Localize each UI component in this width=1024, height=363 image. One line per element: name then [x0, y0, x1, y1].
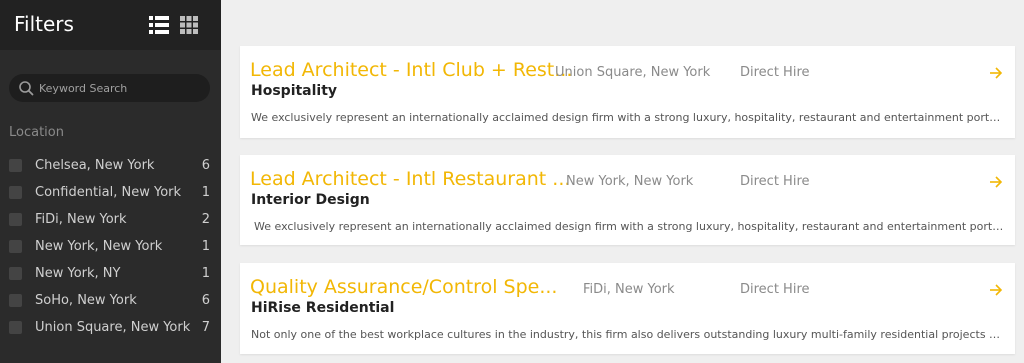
location-checkbox[interactable] — [9, 186, 22, 199]
keyword-search-input[interactable] — [39, 74, 204, 102]
location-label: New York, NY — [35, 266, 121, 281]
location-label: New York, New York — [35, 239, 163, 254]
location-label: FiDi, New York — [35, 212, 127, 227]
job-type: Direct Hire — [740, 282, 810, 297]
location-count: 1 — [201, 239, 210, 254]
sidebar-title: Filters — [14, 12, 74, 36]
job-card[interactable]: Lead Architect - Intl Club + Rest... Hos… — [240, 46, 1015, 138]
search-icon — [19, 81, 34, 96]
location-label: Confidential, New York — [35, 185, 182, 200]
job-title-link[interactable]: Quality Assurance/Control Spe... — [250, 276, 557, 298]
job-title-link[interactable]: Lead Architect - Intl Club + Rest... — [250, 59, 572, 81]
location-count: 1 — [201, 266, 210, 281]
job-card[interactable]: Quality Assurance/Control Spe... HiRise … — [240, 263, 1015, 354]
grid-view-icon[interactable] — [180, 16, 198, 34]
job-description: Not only one of the best workplace cultu… — [251, 328, 1001, 341]
location-count: 7 — [201, 320, 210, 335]
location-filter-item[interactable]: Chelsea, New York 6 — [0, 152, 221, 179]
job-type: Direct Hire — [740, 65, 810, 80]
job-location: FiDi, New York — [583, 282, 675, 297]
list-view-icon[interactable] — [149, 16, 169, 34]
location-count: 6 — [201, 293, 210, 308]
location-filter-item[interactable]: Confidential, New York 1 — [0, 179, 221, 206]
location-checkbox[interactable] — [9, 213, 22, 226]
location-filter-item[interactable]: FiDi, New York 2 — [0, 206, 221, 233]
location-checkbox[interactable] — [9, 321, 22, 334]
location-count: 2 — [201, 212, 210, 227]
job-location: New York, New York — [566, 174, 694, 189]
job-location: Union Square, New York — [555, 65, 711, 80]
location-filter-item[interactable]: SoHo, New York 6 — [0, 287, 221, 314]
arrow-right-icon[interactable] — [989, 66, 1003, 80]
filters-sidebar: Filters Location — [0, 0, 221, 363]
job-category: Hospitality — [251, 83, 338, 99]
location-count: 1 — [201, 185, 210, 200]
location-filter-item[interactable]: New York, NY 1 — [0, 260, 221, 287]
location-checkbox[interactable] — [9, 159, 22, 172]
job-category: HiRise Residential — [251, 300, 395, 316]
location-count: 6 — [201, 158, 210, 173]
location-filter-list: Chelsea, New York 6 Confidential, New Yo… — [0, 152, 221, 341]
job-type: Direct Hire — [740, 174, 810, 189]
location-filter-item[interactable]: New York, New York 1 — [0, 233, 221, 260]
arrow-right-icon[interactable] — [989, 283, 1003, 297]
sidebar-header: Filters — [0, 0, 221, 50]
location-checkbox[interactable] — [9, 294, 22, 307]
keyword-search-box — [9, 74, 210, 102]
job-description: We exclusively represent an internationa… — [251, 111, 1001, 124]
location-filter-heading: Location — [9, 125, 64, 140]
job-category: Interior Design — [251, 192, 370, 208]
location-checkbox[interactable] — [9, 240, 22, 253]
job-title-link[interactable]: Lead Architect - Intl Restaurant ... — [250, 168, 570, 190]
job-description: We exclusively represent an internationa… — [254, 220, 1004, 233]
location-checkbox[interactable] — [9, 267, 22, 280]
location-filter-item[interactable]: Union Square, New York 7 — [0, 314, 221, 341]
location-label: SoHo, New York — [35, 293, 137, 308]
arrow-right-icon[interactable] — [989, 175, 1003, 189]
location-label: Union Square, New York — [35, 320, 191, 335]
location-label: Chelsea, New York — [35, 158, 155, 173]
job-card[interactable]: Lead Architect - Intl Restaurant ... Int… — [240, 155, 1015, 245]
